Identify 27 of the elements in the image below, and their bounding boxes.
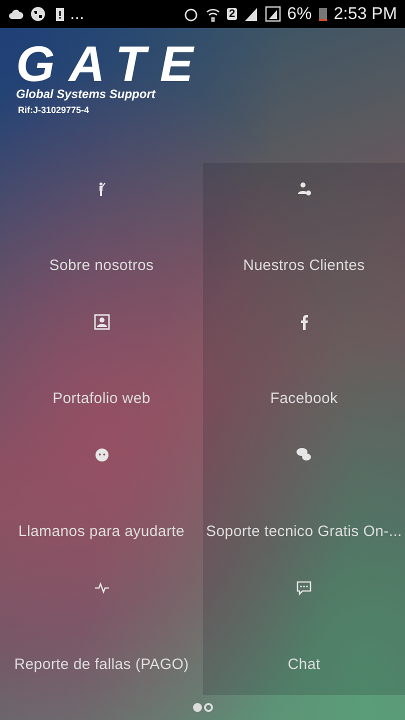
menu-tile[interactable]: Reporte de fallas (PAGO) (0, 562, 203, 695)
tagline: Global Systems Support (16, 87, 157, 101)
chat-bubbles-icon (296, 447, 312, 463)
pulse-icon (94, 580, 110, 596)
rif-number: Rif:J-31029775-4 (17, 105, 90, 115)
menu-tile[interactable]: Facebook (203, 296, 405, 429)
page-dot[interactable] (192, 703, 202, 712)
menu-tile[interactable]: Sobre nosotros (0, 163, 203, 296)
menu-tile[interactable]: Nuestros Clientes (203, 163, 405, 296)
page-dot[interactable] (204, 703, 212, 712)
signal-icon (243, 6, 260, 22)
alarm-icon (182, 6, 199, 22)
menu-tile[interactable]: Portafolio web (0, 296, 203, 429)
clock-time: 2:53 PM (334, 4, 397, 24)
menu-tile[interactable]: Llamanos para ayudarte (0, 429, 203, 562)
wifi-icon (204, 6, 221, 22)
menu-tile[interactable]: Soporte tecnico Gratis On-... (203, 429, 405, 562)
battery-icon (318, 6, 328, 22)
chat-icon (296, 580, 312, 596)
logo: GATE (16, 42, 208, 86)
battery-percent: 6% (287, 4, 312, 24)
user-icon (296, 181, 312, 197)
notification-overflow: ... (70, 4, 84, 24)
portrait-icon (94, 314, 110, 330)
signal-icon (265, 6, 282, 22)
menu-tile[interactable]: Chat (203, 562, 405, 695)
sim-badge: 2 (226, 8, 238, 20)
